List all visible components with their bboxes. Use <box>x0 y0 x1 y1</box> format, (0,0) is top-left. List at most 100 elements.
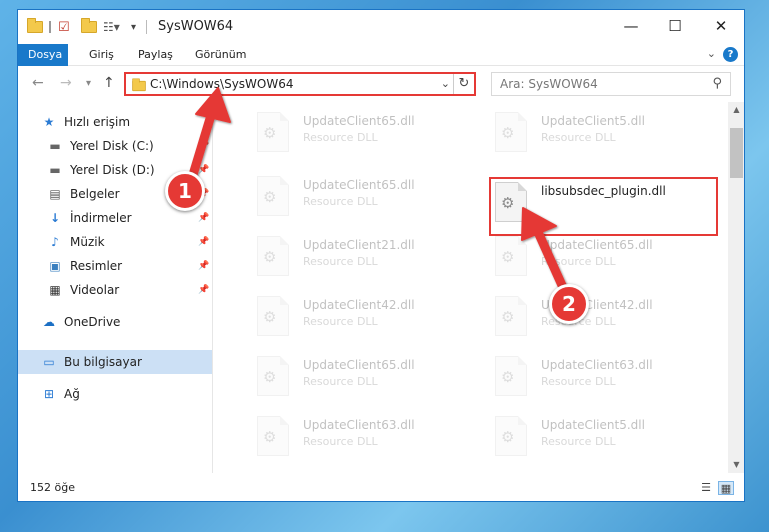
vertical-scrollbar[interactable]: ▲ ▼ <box>728 102 744 473</box>
properties-icon[interactable]: ☑ <box>58 18 70 36</box>
gear-icon: ⚙ <box>501 428 515 446</box>
file-item[interactable]: ⚙ UpdateClient63.dll Resource DLL <box>493 350 713 402</box>
item-count: 152 öğe <box>30 481 75 494</box>
close-button[interactable]: ✕ <box>706 14 736 38</box>
file-type: Resource DLL <box>541 255 616 268</box>
file-name: UpdateClient21.dll <box>303 238 415 252</box>
search-icon[interactable]: ⚲ <box>712 76 722 91</box>
tab-view[interactable]: Görünüm <box>185 44 256 66</box>
nav-label: Belgeler <box>70 187 120 201</box>
file-list: ⚙ UpdateClient65.dll Resource DLL ⚙ Upda… <box>213 102 728 473</box>
file-name: UpdateClient5.dll <box>541 114 645 128</box>
file-item[interactable]: ⚙ UpdateClient5.dll Resource DLL <box>493 106 713 158</box>
network-icon: ⊞ <box>43 387 55 401</box>
status-bar: 152 öğe ☰ ▦ <box>18 473 744 501</box>
step-2-badge: 2 <box>549 284 589 324</box>
nav-item-local-disk-c[interactable]: ▬ Yerel Disk (C:) 📌 <box>18 134 212 158</box>
new-folder-icon[interactable] <box>81 18 97 36</box>
tab-file[interactable]: Dosya <box>18 44 68 66</box>
address-dropdown-icon[interactable]: ⌄ <box>441 77 450 90</box>
nav-item-onedrive[interactable]: ☁ OneDrive <box>18 310 212 334</box>
customize-toolbar-icon[interactable]: ☷▾ <box>103 18 120 36</box>
nav-item-music[interactable]: ♪ Müzik 📌 <box>18 230 212 254</box>
nav-label: İndirmeler <box>70 211 132 225</box>
file-item[interactable]: ⚙ UpdateClient21.dll Resource DLL <box>255 230 475 282</box>
address-bar[interactable]: C:\Windows\SysWOW64 ⌄ ↻ <box>124 72 476 96</box>
large-icons-view-icon[interactable]: ▦ <box>718 481 734 495</box>
window-title: SysWOW64 <box>158 19 234 34</box>
computer-icon: ▭ <box>43 355 55 369</box>
refresh-icon[interactable]: ↻ <box>453 74 474 94</box>
file-item[interactable]: ⚙ UpdateClient42.dll Resource DLL <box>255 290 475 342</box>
gear-icon: ⚙ <box>263 248 277 266</box>
file-item[interactable]: ⚙ UpdateClient65.dll Resource DLL <box>255 350 475 402</box>
title-bar: ☑ ☷▾ ▾ SysWOW64 — ☐ ✕ <box>18 10 744 44</box>
gear-icon: ⚙ <box>263 188 277 206</box>
scroll-thumb[interactable] <box>730 128 743 178</box>
file-item[interactable]: ⚙ UpdateClient65.dll Resource DLL <box>493 230 713 282</box>
file-type: Resource DLL <box>303 195 378 208</box>
ribbon-tabs: Dosya Giriş Paylaş Görünüm ⌄ ? <box>18 44 744 66</box>
quick-access-dropdown-icon[interactable]: ▾ <box>131 18 136 36</box>
search-placeholder: Ara: SysWOW64 <box>500 77 598 91</box>
music-icon: ♪ <box>51 235 59 249</box>
pin-icon[interactable]: 📌 <box>198 141 209 151</box>
forward-arrow-icon[interactable]: → <box>60 75 72 91</box>
file-name: UpdateClient65.dll <box>303 178 415 192</box>
pictures-icon: ▣ <box>49 259 61 273</box>
file-item-libsubsdec-plugin[interactable]: ⚙ libsubsdec_plugin.dll <box>493 176 713 228</box>
explorer-window: ☑ ☷▾ ▾ SysWOW64 — ☐ ✕ Dosya Giriş Paylaş… <box>17 9 745 502</box>
recent-locations-icon[interactable]: ▾ <box>86 78 91 89</box>
tab-home[interactable]: Giriş <box>79 44 124 66</box>
nav-label: Videolar <box>70 283 120 297</box>
details-view-icon[interactable]: ☰ <box>698 481 714 495</box>
gear-icon: ⚙ <box>263 124 277 142</box>
nav-item-quick-access[interactable]: ★ Hızlı erişim <box>18 110 212 134</box>
file-name: UpdateClient5.dll <box>541 418 645 432</box>
file-item[interactable]: ⚙ UpdateClient63.dll Resource DLL <box>255 410 475 462</box>
navigation-pane: ★ Hızlı erişim ▬ Yerel Disk (C:) 📌 ▬ Yer… <box>18 102 212 473</box>
file-type: Resource DLL <box>541 375 616 388</box>
file-type: Resource DLL <box>541 131 616 144</box>
file-item[interactable]: ⚙ UpdateClient5.dll Resource DLL <box>493 410 713 462</box>
file-type: Resource DLL <box>303 435 378 448</box>
pin-icon[interactable]: 📌 <box>198 261 209 271</box>
nav-item-pictures[interactable]: ▣ Resimler 📌 <box>18 254 212 278</box>
scroll-up-icon[interactable]: ▲ <box>728 102 744 118</box>
ribbon-expand-icon[interactable]: ⌄ <box>707 47 716 60</box>
nav-label: Müzik <box>70 235 105 249</box>
file-name: libsubsdec_plugin.dll <box>541 184 666 198</box>
drive-icon: ▬ <box>49 163 61 177</box>
back-arrow-icon[interactable]: ← <box>32 75 44 91</box>
file-name: UpdateClient65.dll <box>541 238 653 252</box>
search-input[interactable]: Ara: SysWOW64 ⚲ <box>491 72 731 96</box>
file-item[interactable]: ⚙ UpdateClient42.dll Resource DLL <box>493 290 713 342</box>
scroll-down-icon[interactable]: ▼ <box>728 457 744 473</box>
file-type: Resource DLL <box>303 375 378 388</box>
title-divider <box>146 20 147 34</box>
minimize-button[interactable]: — <box>616 14 646 38</box>
help-icon[interactable]: ? <box>723 47 738 62</box>
gear-icon: ⚙ <box>263 428 277 446</box>
nav-item-this-pc[interactable]: ▭ Bu bilgisayar <box>18 350 212 374</box>
pin-icon[interactable]: 📌 <box>198 213 209 223</box>
nav-item-network[interactable]: ⊞ Ağ <box>18 382 212 406</box>
pin-icon[interactable]: 📌 <box>198 165 209 175</box>
address-path[interactable]: C:\Windows\SysWOW64 <box>150 77 294 91</box>
documents-icon: ▤ <box>49 187 61 201</box>
file-item[interactable]: ⚙ UpdateClient65.dll Resource DLL <box>255 170 475 222</box>
tab-share[interactable]: Paylaş <box>128 44 183 66</box>
nav-item-videos[interactable]: ▦ Videolar 📌 <box>18 278 212 302</box>
drive-icon: ▬ <box>49 139 61 153</box>
up-arrow-icon[interactable]: ↑ <box>103 75 115 91</box>
pin-icon[interactable]: 📌 <box>198 237 209 247</box>
file-item[interactable]: ⚙ UpdateClient65.dll Resource DLL <box>255 106 475 158</box>
maximize-button[interactable]: ☐ <box>660 14 690 38</box>
pin-icon[interactable]: 📌 <box>198 285 209 295</box>
nav-label: Bu bilgisayar <box>64 355 142 369</box>
file-name: UpdateClient65.dll <box>303 114 415 128</box>
qa-divider <box>49 21 51 33</box>
file-name: UpdateClient63.dll <box>303 418 415 432</box>
file-type: Resource DLL <box>303 255 378 268</box>
file-name: UpdateClient65.dll <box>303 358 415 372</box>
